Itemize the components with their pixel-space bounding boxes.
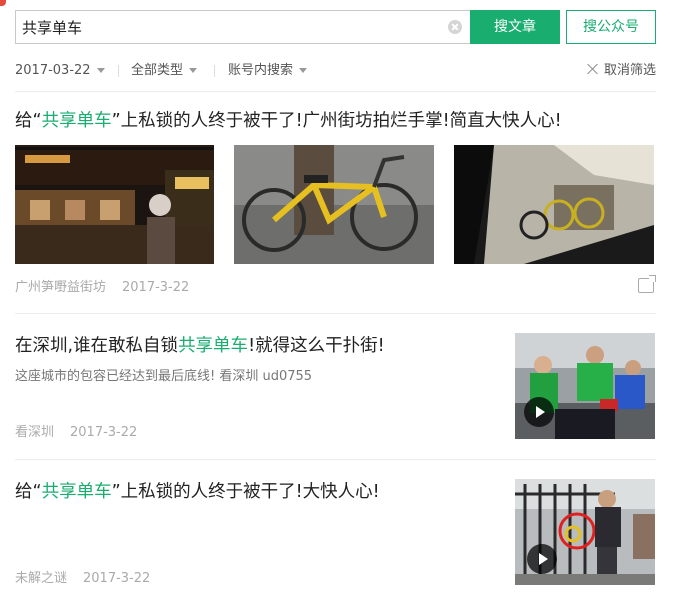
result-description: 这座城市的包容已经达到最后底线! 看深圳 ud0755 <box>15 369 313 384</box>
title-text: 在深圳,谁在敢私自锁 <box>15 336 179 356</box>
play-icon[interactable] <box>527 544 557 574</box>
result-thumbnail[interactable] <box>234 145 434 264</box>
search-articles-button[interactable]: 搜文章 <box>470 10 560 44</box>
result-thumbnail[interactable] <box>15 145 214 264</box>
result-meta: 未解之谜 2017-3-22 <box>15 567 150 586</box>
title-highlight: 共享单车 <box>41 111 112 131</box>
clear-icon[interactable] <box>448 20 462 34</box>
source-link[interactable]: 广州笋嘢益街坊 <box>15 280 106 295</box>
video-thumbnail[interactable] <box>515 479 655 585</box>
date-text: 2017-3-22 <box>122 280 190 295</box>
title-text: ”上私锁的人终于被干了!广州街坊拍烂手掌!简直大快人心! <box>111 111 562 131</box>
logo-fragment <box>0 0 6 6</box>
video-thumbnail[interactable] <box>515 333 655 439</box>
result-title[interactable]: 给“共享单车”上私锁的人终于被干了!大快人心! <box>15 478 380 503</box>
caret-down-icon <box>299 68 308 73</box>
result-meta: 广州笋嘢益街坊 2017-3-22 <box>15 276 189 295</box>
divider <box>15 459 656 460</box>
close-icon <box>587 63 599 75</box>
search-input[interactable] <box>22 11 432 43</box>
result-title[interactable]: 给“共享单车”上私锁的人终于被干了!广州街坊拍烂手掌!简直大快人心! <box>15 107 562 132</box>
filter-bar: 2017-03-22 全部类型 账号内搜索 取消筛选 <box>15 60 656 82</box>
caret-down-icon <box>96 68 105 73</box>
filter-divider <box>118 65 119 77</box>
cancel-filter-button[interactable]: 取消筛选 <box>587 60 656 82</box>
search-accounts-button[interactable]: 搜公众号 <box>566 10 656 44</box>
result-meta: 看深圳 2017-3-22 <box>15 421 137 440</box>
share-icon[interactable] <box>638 275 656 293</box>
date-filter[interactable]: 2017-03-22 <box>15 60 105 82</box>
type-filter[interactable]: 全部类型 <box>131 60 198 82</box>
divider <box>15 313 656 314</box>
date-filter-label: 2017-03-22 <box>15 63 91 78</box>
title-text: 给“ <box>15 111 42 131</box>
scope-filter[interactable]: 账号内搜索 <box>228 60 308 82</box>
title-text: 给“ <box>15 482 42 502</box>
filter-divider <box>214 65 215 77</box>
date-text: 2017-3-22 <box>83 571 151 586</box>
title-text: ”上私锁的人终于被干了!大快人心! <box>111 482 380 502</box>
result-thumbnail[interactable] <box>454 145 654 264</box>
title-highlight: 共享单车 <box>41 482 112 502</box>
title-text: !就得这么干扑街! <box>248 336 385 356</box>
title-highlight: 共享单车 <box>178 336 249 356</box>
cancel-filter-label: 取消筛选 <box>603 63 656 78</box>
source-link[interactable]: 看深圳 <box>15 425 54 440</box>
caret-down-icon <box>189 68 198 73</box>
play-icon[interactable] <box>524 397 554 427</box>
search-bar: 搜文章 搜公众号 <box>15 10 656 44</box>
result-title[interactable]: 在深圳,谁在敢私自锁共享单车!就得这么干扑街! <box>15 332 385 357</box>
type-filter-label: 全部类型 <box>131 63 184 78</box>
source-link[interactable]: 未解之谜 <box>15 571 67 586</box>
scope-filter-label: 账号内搜索 <box>228 63 294 78</box>
date-text: 2017-3-22 <box>70 425 138 440</box>
divider <box>15 91 656 92</box>
search-box <box>15 10 472 44</box>
